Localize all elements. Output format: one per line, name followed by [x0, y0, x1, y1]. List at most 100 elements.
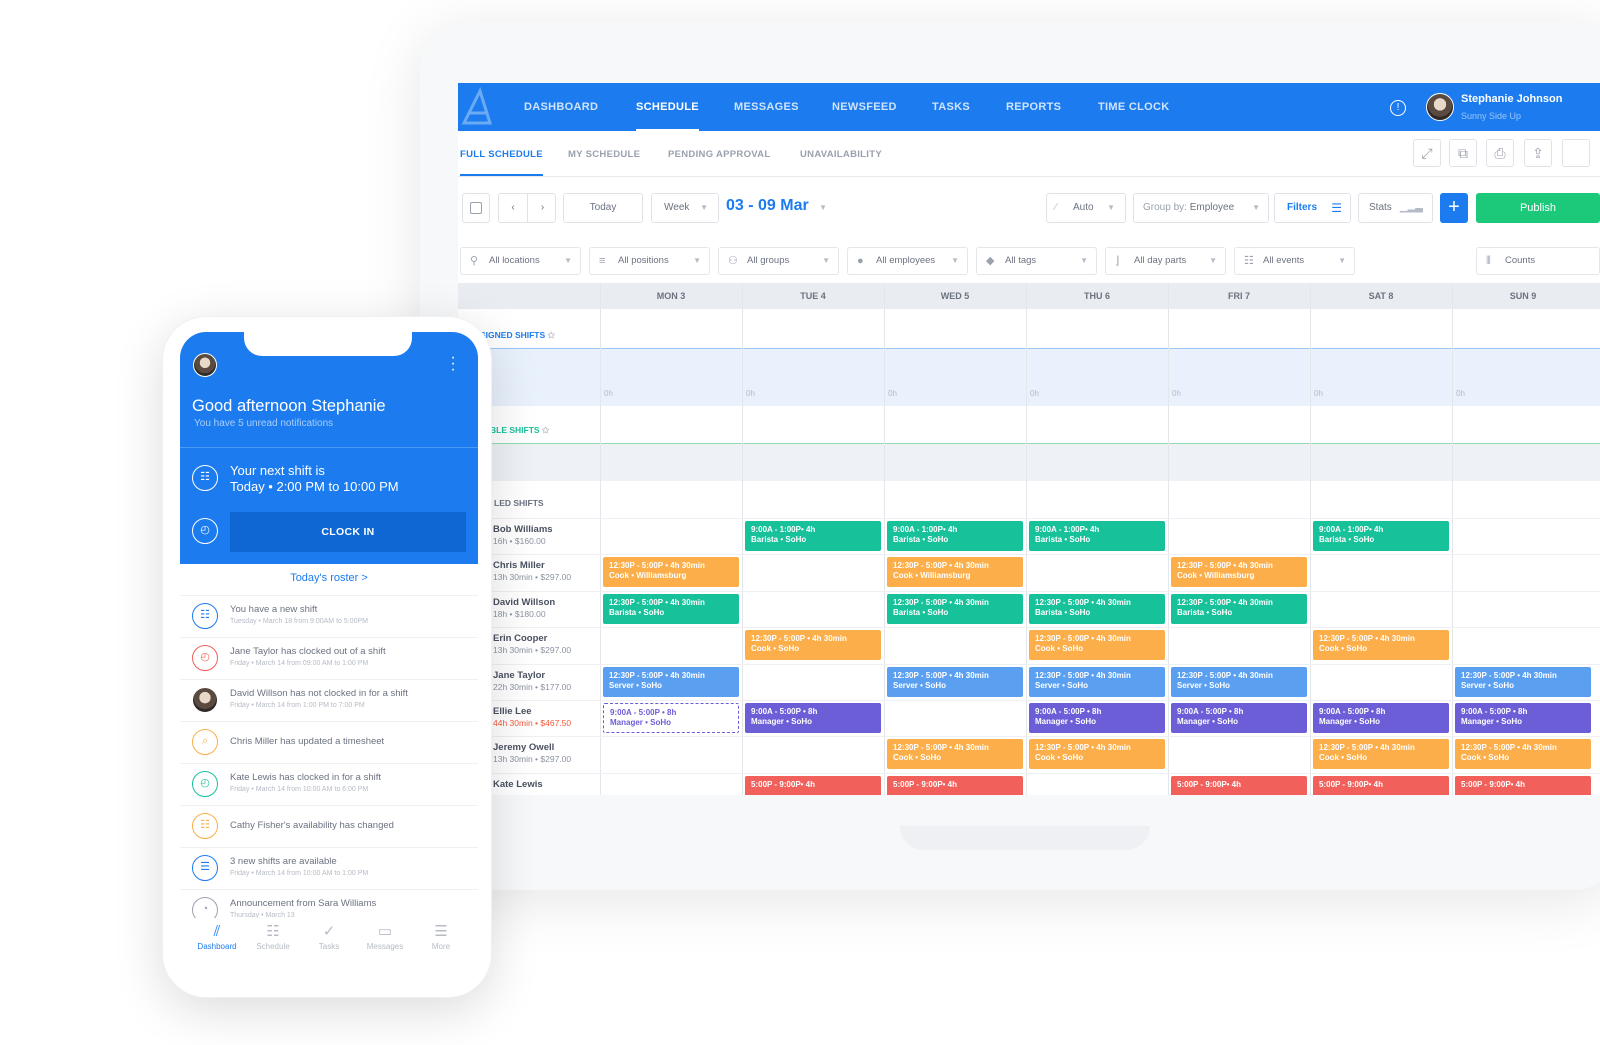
prev-week-icon[interactable]: ‹ [499, 194, 528, 222]
employee-name[interactable]: David Willson [493, 597, 555, 608]
print-icon[interactable]: ⎙ [1486, 139, 1514, 167]
shift-block[interactable]: 12:30P - 5:00P • 4h 30min Cook • Williams… [603, 557, 739, 588]
shift-block[interactable]: 12:30P - 5:00P • 4h 30min Server • SoHo [1171, 666, 1307, 697]
add-shift-button[interactable]: + [1440, 193, 1468, 223]
todays-roster-link[interactable]: Today's roster > [180, 572, 478, 584]
events-filter[interactable]: ☷ All events ▼ [1234, 247, 1355, 275]
feed-item-title[interactable]: Announcement from Sara Williams [230, 898, 376, 909]
shift-block[interactable]: 12:30P - 5:00P • 4h 30min Cook • SoHo [887, 739, 1023, 770]
feed-item-title[interactable]: Kate Lewis has clocked in for a shift [230, 772, 381, 783]
more-tools-icon[interactable] [1562, 139, 1590, 167]
shift-block[interactable]: 12:30P - 5:00P • 4h 30min Barista • SoHo [1171, 593, 1307, 624]
user-name[interactable]: Stephanie Johnson [1461, 93, 1562, 105]
today-button[interactable]: Today [563, 193, 643, 223]
shift-block[interactable]: 9:00A - 1:00P• 4h Barista • SoHo [745, 521, 881, 551]
shift-block[interactable]: 12:30P - 5:00P • 4h 30min Cook • SoHo [1029, 739, 1165, 770]
shift-block[interactable]: 9:00A - 5:00P • 8h Manager • SoHo [1313, 703, 1449, 733]
tab-my-schedule[interactable]: MY SCHEDULE [568, 149, 640, 160]
shift-block[interactable]: 12:30P - 5:00P • 4h 30min Cook • SoHo [1313, 630, 1449, 661]
feed-item-title[interactable]: 3 new shifts are available [230, 856, 337, 867]
shift-block[interactable]: 5:00P - 9:00P• 4h [1171, 775, 1307, 795]
feed-item-title[interactable]: Cathy Fisher's availability has changed [230, 820, 394, 831]
shift-block[interactable]: 9:00A - 1:00P• 4h Barista • SoHo [1313, 521, 1449, 551]
feed-item-title[interactable]: David Willson has not clocked in for a s… [230, 688, 408, 699]
stats-button[interactable]: Stats ▁▂▃ [1358, 193, 1433, 223]
feed-item-title[interactable]: Jane Taylor has clocked out of a shift [230, 646, 386, 657]
shift-block[interactable]: 12:30P - 5:00P • 4h 30min Cook • SoHo [1455, 739, 1591, 770]
shift-block[interactable]: 9:00A - 5:00P • 8h Manager • SoHo [1029, 703, 1165, 733]
tab-schedule[interactable]: ☷ Schedule [245, 922, 301, 951]
tab-dashboard[interactable]: ⫽ Dashboard [189, 922, 245, 951]
fullscreen-icon[interactable]: ⤢ [1413, 139, 1441, 167]
employee-name[interactable]: Jane Taylor [493, 670, 545, 681]
view-select[interactable]: Week ▼ [651, 193, 719, 223]
info-icon[interactable]: ! [1390, 100, 1406, 116]
employees-filter[interactable]: ● All employees ▼ [847, 247, 968, 275]
shift-block[interactable]: 12:30P - 5:00P • 4h 30min Server • SoHo [887, 666, 1023, 697]
shift-block[interactable]: 9:00A - 5:00P • 8h Manager • SoHo [603, 703, 739, 733]
shift-block[interactable]: 12:30P - 5:00P • 4h 30min Server • SoHo [1029, 666, 1165, 697]
shift-block[interactable]: 12:30P - 5:00P • 4h 30min Barista • SoHo [1029, 593, 1165, 624]
shift-block[interactable]: 9:00A - 5:00P • 8h Manager • SoHo [1171, 703, 1307, 733]
nav-messages[interactable]: MESSAGES [734, 83, 799, 131]
positions-filter[interactable]: ≡ All positions ▼ [589, 247, 710, 275]
next-week-icon[interactable]: › [528, 194, 557, 222]
shift-block[interactable]: 5:00P - 9:00P• 4h [887, 775, 1023, 795]
nav-time-clock[interactable]: TIME CLOCK [1098, 83, 1169, 131]
filters-button[interactable]: Filters ☰ [1274, 193, 1351, 223]
nav-newsfeed[interactable]: NEWSFEED [832, 83, 897, 131]
clock-in-button[interactable]: CLOCK IN [230, 512, 466, 552]
tab-pending-approval[interactable]: PENDING APPROVAL [668, 149, 770, 160]
shift-block[interactable]: 12:30P - 5:00P • 4h 30min Server • SoHo [1455, 666, 1591, 697]
shift-block[interactable]: 9:00A - 1:00P• 4h Barista • SoHo [887, 521, 1023, 551]
tab-messages[interactable]: ▭ Messages [357, 922, 413, 951]
group-by-select[interactable]: Group by: Employee ▼ [1133, 193, 1269, 223]
shift-block[interactable]: 9:00A - 1:00P• 4h Barista • SoHo [1029, 521, 1165, 551]
shift-block[interactable]: 5:00P - 9:00P• 4h [1455, 775, 1591, 795]
employee-name[interactable]: Erin Cooper [493, 633, 547, 644]
nav-dashboard[interactable]: DASHBOARD [524, 83, 598, 131]
employee-name[interactable]: Jeremy Owell [493, 742, 554, 753]
shift-block[interactable]: 12:30P - 5:00P • 4h 30min Cook • Williams… [1171, 557, 1307, 588]
auto-schedule-button[interactable]: ⁄ Auto ▼ [1046, 193, 1126, 223]
shift-block[interactable]: 12:30P - 5:00P • 4h 30min Cook • SoHo [745, 630, 881, 661]
employee-name[interactable]: Chris Miller [493, 560, 545, 571]
locations-filter[interactable]: ⚲ All locations ▼ [460, 247, 581, 275]
shift-block[interactable]: 12:30P - 5:00P • 4h 30min Barista • SoHo [603, 593, 739, 624]
employee-name[interactable]: Bob Williams [493, 524, 553, 535]
date-range-picker[interactable]: 03 - 09 Mar ▼ [726, 197, 827, 215]
phone-user-avatar[interactable] [193, 353, 217, 377]
tab-tasks[interactable]: ✓ Tasks [301, 922, 357, 951]
publish-button[interactable]: Publish [1476, 193, 1600, 223]
nav-schedule[interactable]: SCHEDULE [636, 83, 699, 131]
nav-reports[interactable]: REPORTS [1006, 83, 1061, 131]
shift-block[interactable]: 12:30P - 5:00P • 4h 30min Server • SoHo [603, 666, 739, 697]
nav-tasks[interactable]: TASKS [932, 83, 970, 131]
user-avatar[interactable] [1426, 93, 1454, 121]
shift-block[interactable]: 9:00A - 5:00P • 8h Manager • SoHo [745, 703, 881, 733]
employee-name[interactable]: Ellie Lee [493, 706, 532, 717]
tab-more[interactable]: ☰ More [413, 922, 469, 951]
day-parts-filter[interactable]: ⌋ All day parts ▼ [1105, 247, 1226, 275]
shift-block[interactable]: 5:00P - 9:00P• 4h [1313, 775, 1449, 795]
shift-block[interactable]: 12:30P - 5:00P • 4h 30min Cook • SoHo [1313, 739, 1449, 770]
counts-toggle[interactable]: ⦀ Counts [1476, 247, 1600, 275]
shift-block[interactable]: 12:30P - 5:00P • 4h 30min Cook • Williams… [887, 557, 1023, 588]
select-all-checkbox[interactable] [462, 193, 490, 223]
shift-block[interactable]: 12:30P - 5:00P • 4h 30min Cook • SoHo [1029, 630, 1165, 661]
more-options-icon[interactable]: · · · [449, 350, 457, 378]
feed-item-title[interactable]: You have a new shift [230, 604, 317, 615]
tab-unavailability[interactable]: UNAVAILABILITY [800, 149, 882, 160]
groups-filter[interactable]: ⚇ All groups ▼ [718, 247, 839, 275]
feed-item-title[interactable]: Chris Miller has updated a timesheet [230, 736, 384, 747]
employee-name[interactable]: Kate Lewis [493, 779, 543, 790]
tags-filter[interactable]: ◆ All tags ▼ [976, 247, 1097, 275]
pin-icon[interactable]: ✩ [548, 330, 555, 340]
copy-icon[interactable]: ⧉ [1449, 139, 1477, 167]
export-icon[interactable]: ⇪ [1524, 139, 1552, 167]
tab-full-schedule[interactable]: FULL SCHEDULE [460, 149, 543, 176]
shift-block[interactable]: 12:30P - 5:00P • 4h 30min Barista • SoHo [887, 593, 1023, 624]
shift-block[interactable]: 9:00A - 5:00P • 8h Manager • SoHo [1455, 703, 1591, 733]
pin-icon[interactable]: ✩ [542, 425, 549, 435]
shift-block[interactable]: 5:00P - 9:00P• 4h [745, 775, 881, 795]
